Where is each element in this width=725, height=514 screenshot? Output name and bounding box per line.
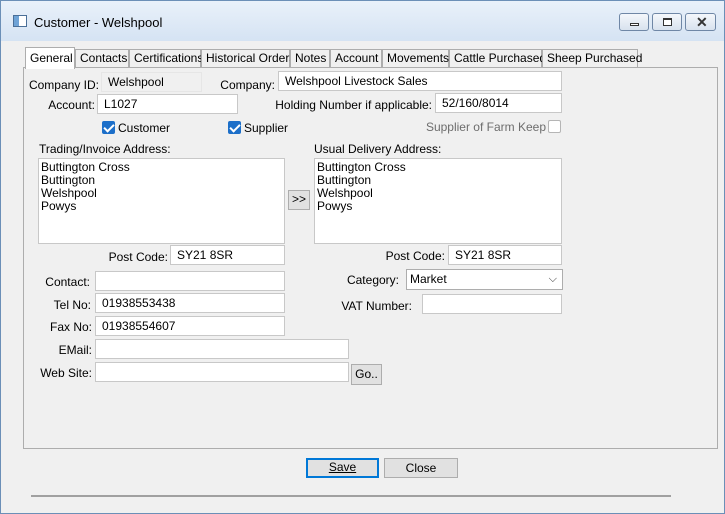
tel-label: Tel No: xyxy=(53,298,91,312)
company-label: Company: xyxy=(220,78,275,92)
delivery-postcode-label: Post Code: xyxy=(385,249,445,263)
chevron-down-icon: ⌵ xyxy=(548,273,557,285)
fax-label: Fax No: xyxy=(49,320,92,334)
company-id-label: Company ID: xyxy=(28,78,99,92)
window-title: Customer - Welshpool xyxy=(34,15,163,30)
trading-address-textarea[interactable]: Buttington Cross Buttington Welshpool Po… xyxy=(38,158,285,244)
customer-checkbox[interactable] xyxy=(102,121,115,134)
go-button[interactable]: Go.. xyxy=(351,364,382,385)
tab-certifications[interactable]: Certifications xyxy=(129,49,203,68)
delivery-address-label: Usual Delivery Address: xyxy=(314,142,442,156)
account-field[interactable]: L1027 xyxy=(97,94,238,114)
email-label: EMail: xyxy=(58,343,92,357)
website-field[interactable] xyxy=(95,362,349,382)
divider xyxy=(31,495,671,497)
minimize-icon xyxy=(630,23,639,26)
tab-movements[interactable]: Movements xyxy=(382,49,449,68)
tab-account[interactable]: Account xyxy=(330,49,382,68)
title-bar[interactable]: Customer - Welshpool ✕ xyxy=(1,1,724,41)
close-button[interactable]: Close xyxy=(384,458,458,478)
trading-address-label: Trading/Invoice Address: xyxy=(39,142,171,156)
contact-field[interactable] xyxy=(95,271,285,291)
holding-number-label: Holding Number if applicable: xyxy=(275,98,432,112)
customer-window: Customer - Welshpool ✕ General Contacts … xyxy=(0,0,725,514)
tab-general[interactable]: General xyxy=(25,47,75,69)
vat-label: VAT Number: xyxy=(341,299,412,313)
company-id-field: Welshpool xyxy=(101,72,202,92)
save-button[interactable]: Save xyxy=(306,458,379,478)
tel-field[interactable]: 01938553438 xyxy=(95,293,285,313)
category-select[interactable]: Market ⌵ xyxy=(406,269,563,290)
category-label: Category: xyxy=(346,273,399,287)
fax-field[interactable]: 01938554607 xyxy=(95,316,285,336)
app-icon xyxy=(13,15,27,27)
company-field[interactable]: Welshpool Livestock Sales xyxy=(278,71,562,91)
category-value: Market xyxy=(410,272,447,286)
trading-address-line: Powys xyxy=(41,199,77,213)
tab-contacts[interactable]: Contacts xyxy=(75,49,129,68)
copy-address-button[interactable]: >> xyxy=(288,190,310,210)
delivery-address-line: Powys xyxy=(317,199,353,213)
trading-postcode-field[interactable]: SY21 8SR xyxy=(170,245,285,265)
email-field[interactable] xyxy=(95,339,349,359)
close-icon: ✕ xyxy=(696,14,708,30)
farm-keep-checkbox[interactable] xyxy=(548,120,561,133)
maximize-icon xyxy=(663,18,672,26)
contact-label: Contact: xyxy=(45,275,90,289)
supplier-checkbox[interactable] xyxy=(228,121,241,134)
delivery-address-line: Welshpool xyxy=(317,186,373,200)
maximize-button[interactable] xyxy=(652,13,682,31)
tab-cattle-purchased[interactable]: Cattle Purchased xyxy=(449,49,546,68)
minimize-button[interactable] xyxy=(619,13,649,31)
delivery-postcode-field[interactable]: SY21 8SR xyxy=(448,245,562,265)
tab-historical-orders[interactable]: Historical Orders xyxy=(201,49,295,68)
delivery-address-textarea[interactable]: Buttington Cross Buttington Welshpool Po… xyxy=(314,158,562,244)
vat-field[interactable] xyxy=(422,294,562,314)
trading-address-line: Welshpool xyxy=(41,186,97,200)
website-label: Web Site: xyxy=(40,366,92,380)
account-label: Account: xyxy=(48,98,95,112)
holding-number-field[interactable]: 52/160/8014 xyxy=(435,93,562,113)
tab-notes[interactable]: Notes xyxy=(290,49,330,68)
trading-postcode-label: Post Code: xyxy=(108,250,168,264)
customer-checkbox-label: Customer xyxy=(118,121,171,135)
supplier-checkbox-label: Supplier xyxy=(244,121,289,135)
farm-keep-label: Supplier of Farm Keep xyxy=(425,120,546,134)
close-window-button[interactable]: ✕ xyxy=(685,13,716,31)
tab-sheep-purchased[interactable]: Sheep Purchased xyxy=(542,49,642,68)
